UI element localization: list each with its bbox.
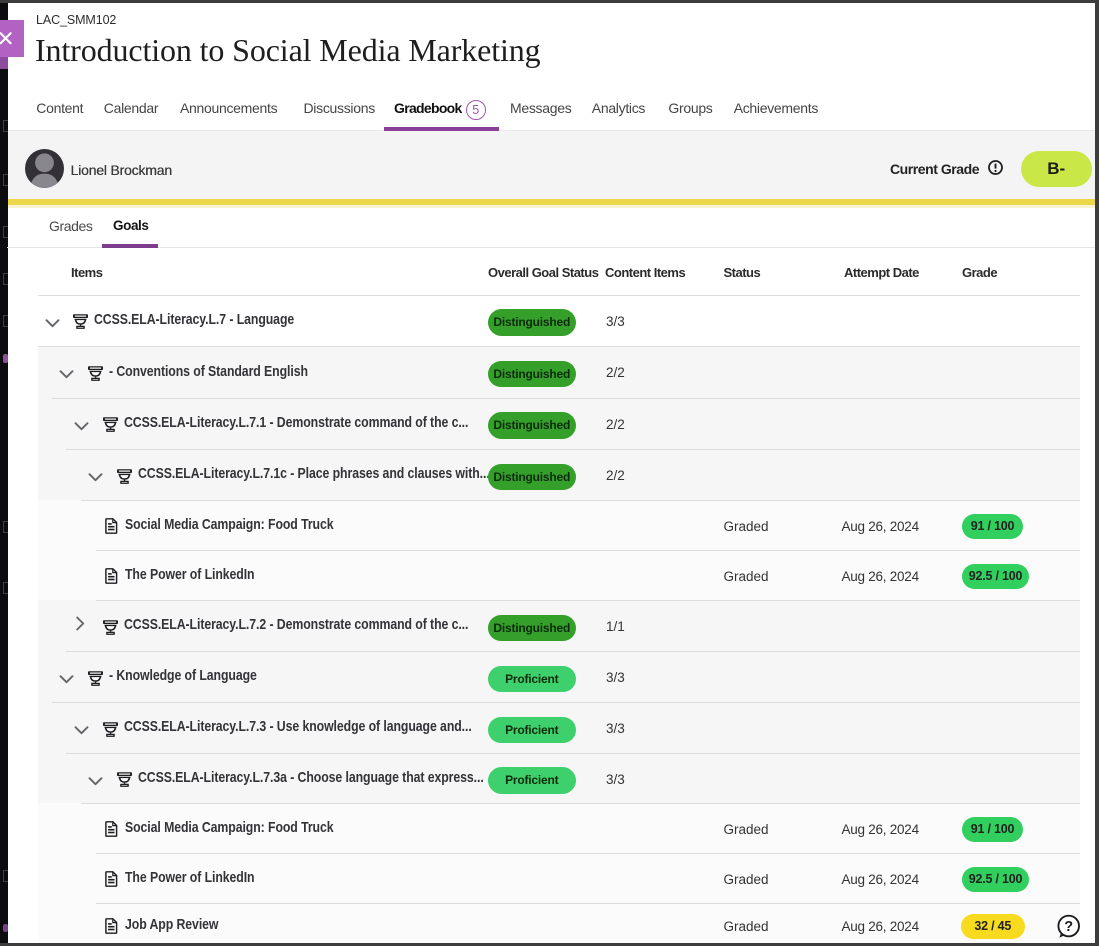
svg-text:?: ?: [1064, 918, 1073, 934]
